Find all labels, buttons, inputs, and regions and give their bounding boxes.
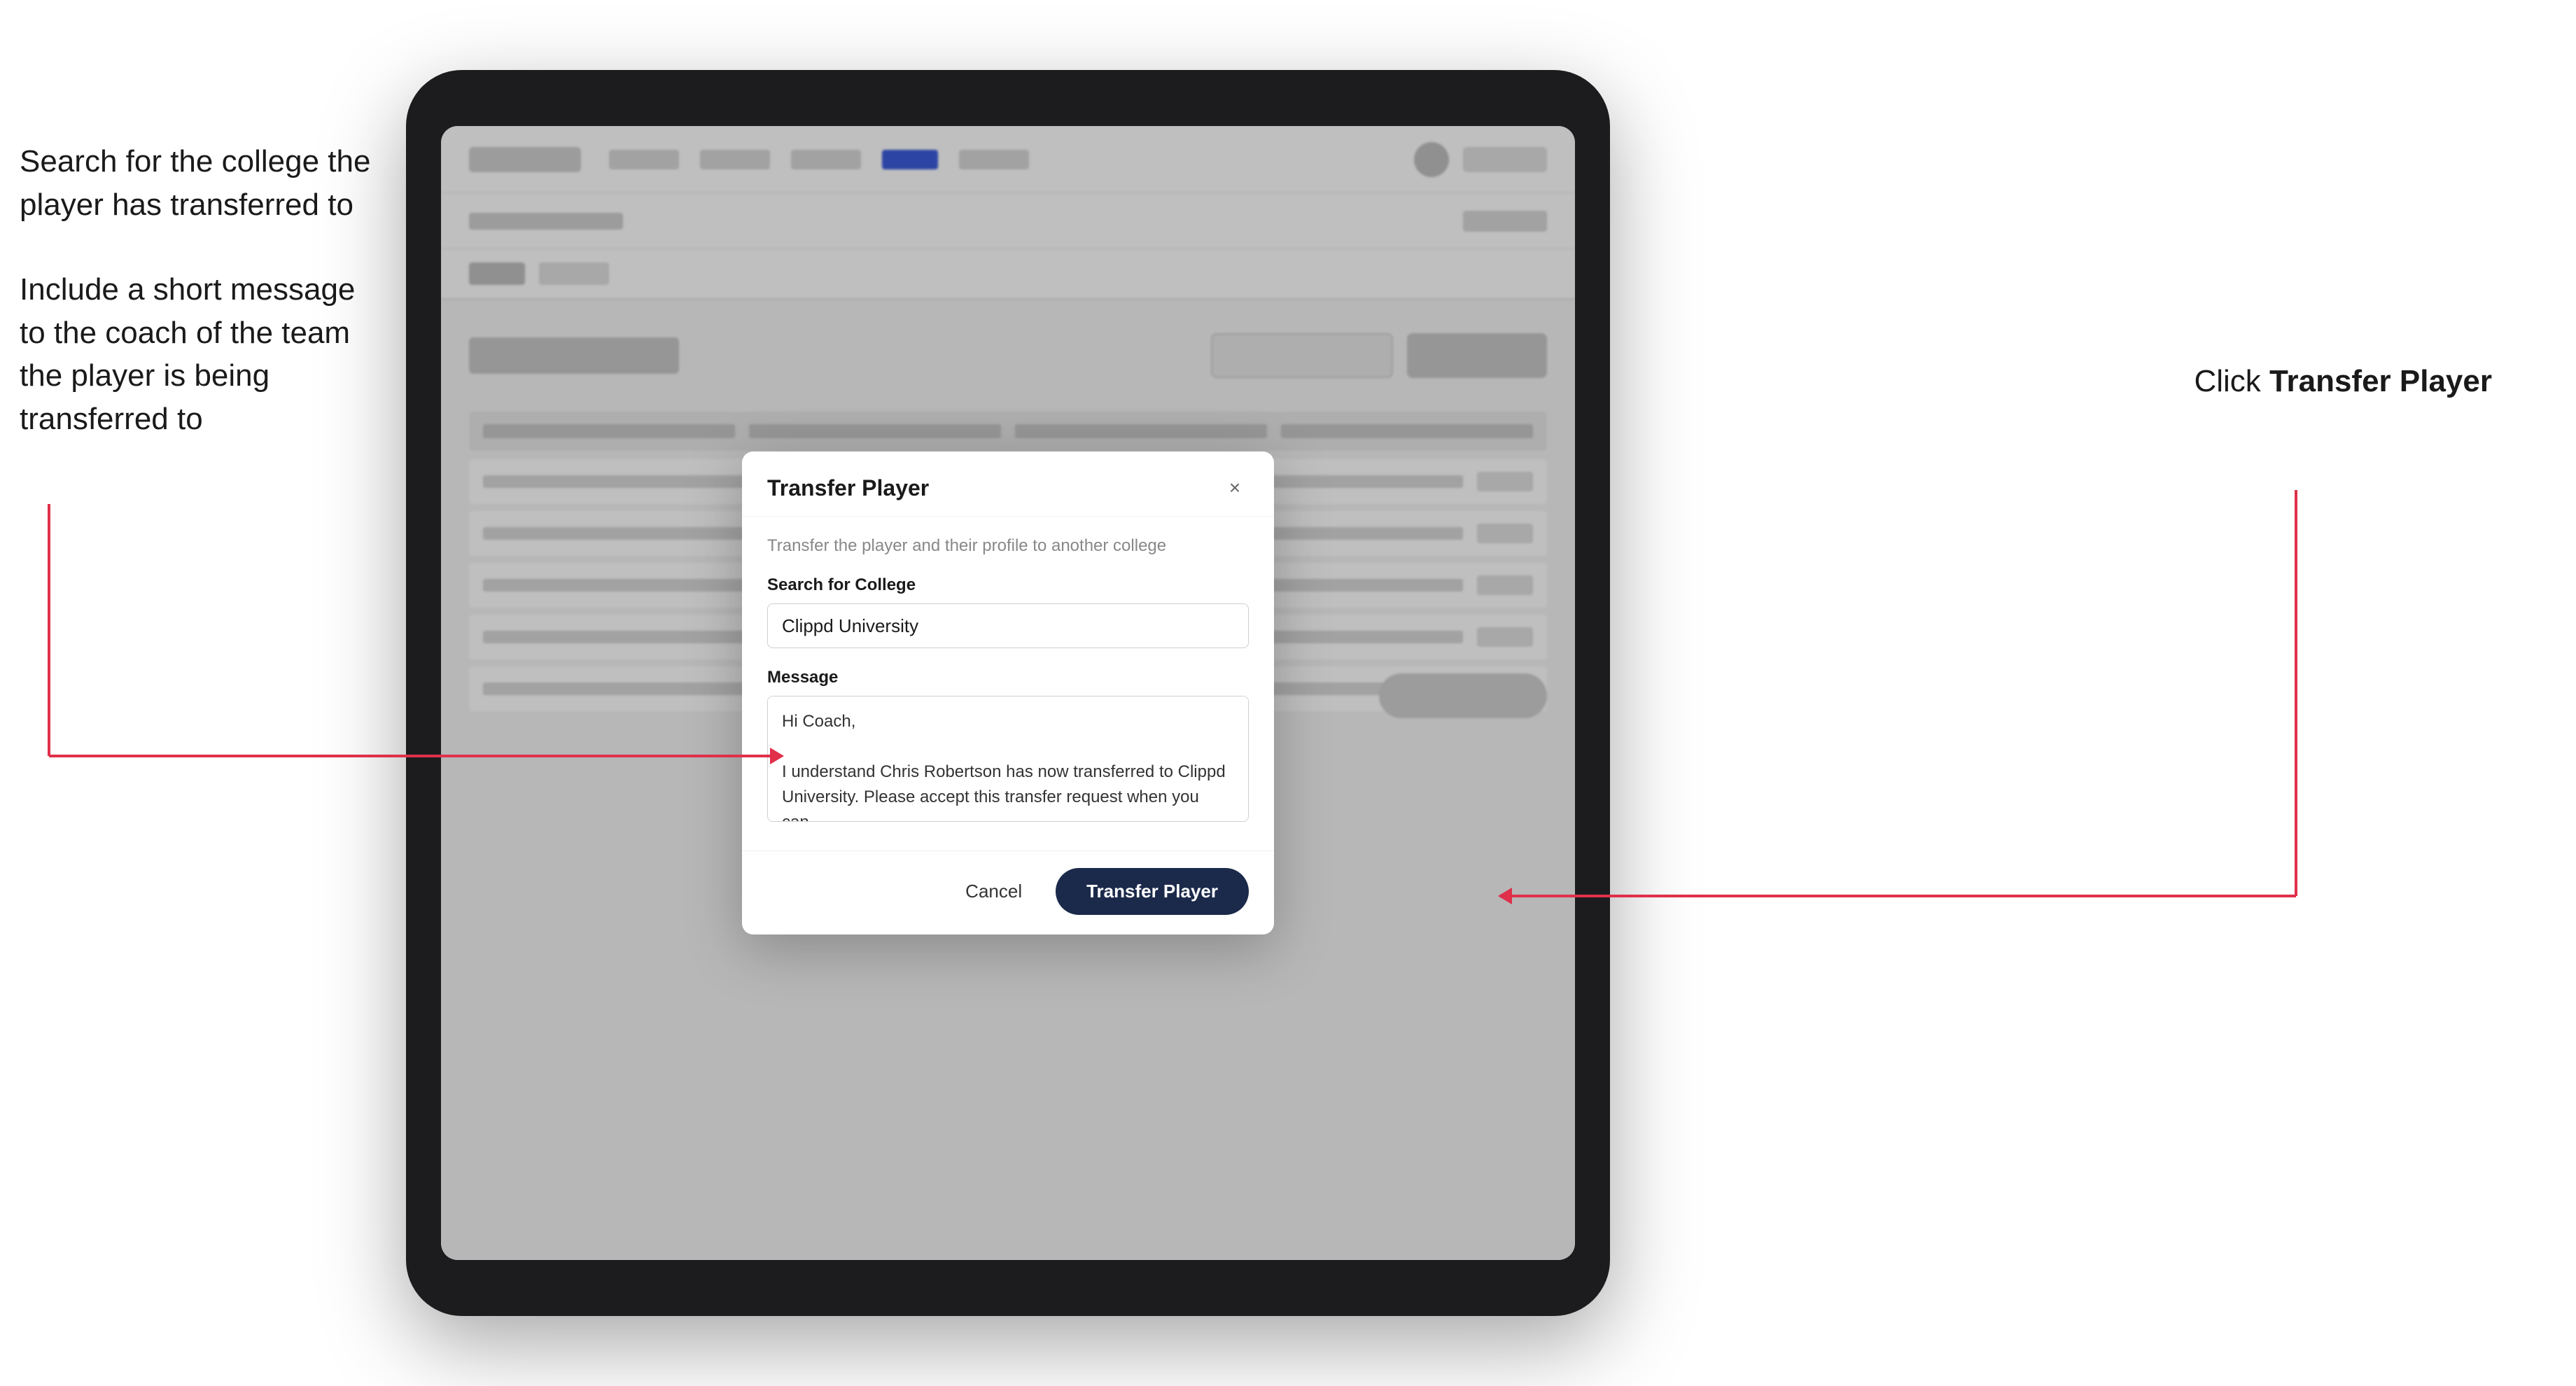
annotation-text-2: Include a short message to the coach of … — [20, 268, 384, 440]
annotation-right: Click Transfer Player — [2194, 364, 2492, 399]
search-college-input[interactable] — [767, 603, 1249, 648]
modal-header: Transfer Player × — [742, 451, 1274, 517]
modal-title: Transfer Player — [767, 475, 929, 501]
transfer-player-button[interactable]: Transfer Player — [1056, 868, 1249, 915]
transfer-player-label: Transfer Player — [1086, 881, 1218, 902]
annotation-text-right: Transfer Player — [2269, 364, 2492, 398]
ipad-screen: Transfer Player × Transfer the player an… — [441, 126, 1575, 1260]
modal-body: Transfer the player and their profile to… — [742, 517, 1274, 850]
annotation-left: Search for the college the player has tr… — [20, 140, 384, 483]
cancel-label: Cancel — [965, 881, 1022, 902]
message-label: Message — [767, 668, 1249, 687]
search-college-label: Search for College — [767, 575, 1249, 595]
message-textarea[interactable]: Hi Coach, I understand Chris Robertson h… — [767, 696, 1249, 822]
modal-close-button[interactable]: × — [1221, 474, 1249, 502]
annotation-text-1: Search for the college the player has tr… — [20, 140, 384, 226]
modal-footer: Cancel Transfer Player — [742, 850, 1274, 934]
close-icon: × — [1229, 478, 1240, 498]
transfer-player-modal: Transfer Player × Transfer the player an… — [742, 451, 1274, 934]
modal-description: Transfer the player and their profile to… — [767, 536, 1249, 556]
ipad-device: Transfer Player × Transfer the player an… — [406, 70, 1610, 1316]
cancel-button[interactable]: Cancel — [948, 872, 1039, 911]
modal-overlay: Transfer Player × Transfer the player an… — [441, 126, 1575, 1260]
